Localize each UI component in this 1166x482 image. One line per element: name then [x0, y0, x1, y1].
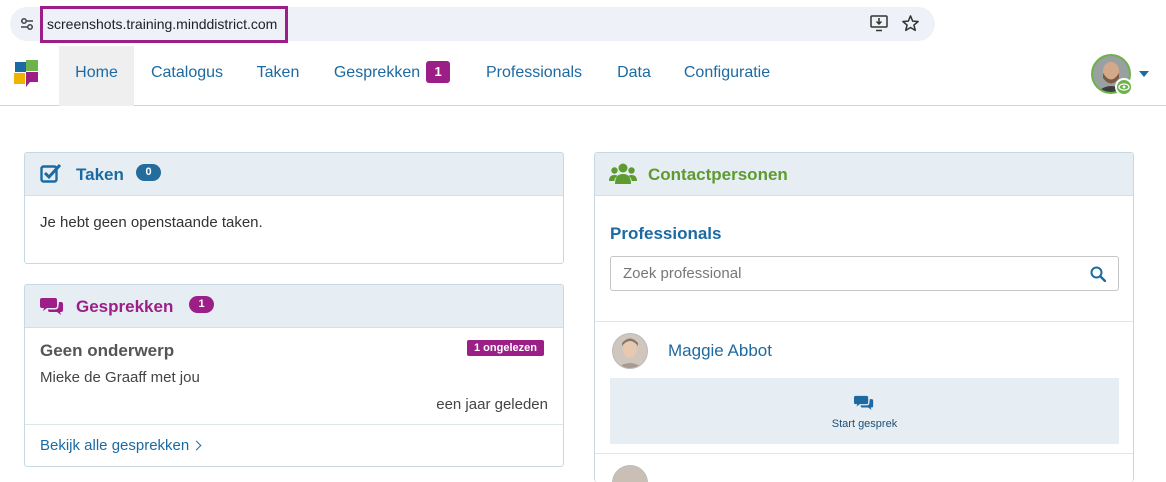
- nav-taken[interactable]: Taken: [247, 46, 309, 106]
- professional-avatar: [612, 333, 648, 369]
- bookmark-star-icon[interactable]: [901, 14, 920, 33]
- start-conversation-label: Start gesprek: [831, 418, 898, 430]
- minddistrict-logo-icon[interactable]: [12, 58, 42, 90]
- professional-search-input[interactable]: [611, 257, 1081, 290]
- gesprekken-count-badge: 1: [189, 296, 214, 313]
- professional-name-link[interactable]: Maggie Abbot: [668, 341, 772, 361]
- checkbox-check-icon: [40, 163, 62, 183]
- contactpersonen-panel-header: Contactpersonen: [595, 153, 1133, 196]
- professionals-heading: Professionals: [610, 224, 722, 243]
- nav-data[interactable]: Data: [608, 46, 660, 106]
- nav-gesprekken[interactable]: Gesprekken 1: [326, 46, 458, 106]
- nav-gesprekken-badge: 1: [426, 61, 451, 83]
- nav-catalogus[interactable]: Catalogus: [142, 46, 232, 106]
- chevron-right-icon: [191, 440, 202, 451]
- nav-home[interactable]: Home: [59, 46, 134, 106]
- divider: [595, 321, 1133, 322]
- taken-panel-header: Taken 0: [25, 153, 563, 196]
- taken-count-badge: 0: [136, 164, 161, 181]
- view-all-conversations-link[interactable]: Bekijk alle gesprekken: [40, 437, 202, 454]
- install-app-icon[interactable]: [870, 15, 888, 32]
- search-icon[interactable]: [1090, 266, 1106, 282]
- taken-panel: Taken 0 Je hebt geen openstaande taken.: [24, 152, 564, 264]
- chat-bubbles-icon: [40, 298, 63, 315]
- main-navigation: Home Catalogus Taken Gesprekken 1 Profess…: [0, 46, 1166, 106]
- chat-bubbles-icon: [854, 395, 874, 410]
- divider: [25, 424, 563, 425]
- taken-title: Taken: [76, 165, 124, 184]
- browser-toolbar: screenshots.training.minddistrict.com: [0, 0, 1166, 46]
- taken-empty-message: Je hebt geen openstaande taken.: [40, 214, 263, 231]
- gesprekken-panel: Gesprekken 1 Geen onderwerp 1 ongelezen …: [24, 284, 564, 467]
- divider: [595, 453, 1133, 454]
- conversation-timestamp: een jaar geleden: [436, 396, 548, 413]
- conversation-participants: Mieke de Graaff met jou: [40, 369, 200, 386]
- users-group-icon: [609, 163, 637, 184]
- professional-search-box: [610, 256, 1119, 291]
- nav-configuratie[interactable]: Configuratie: [673, 46, 781, 106]
- contactpersonen-panel: Contactpersonen Professionals Maggie Abb…: [594, 152, 1134, 482]
- site-settings-icon[interactable]: [19, 16, 35, 32]
- unread-badge: 1 ongelezen: [467, 340, 544, 356]
- start-conversation-button[interactable]: Start gesprek: [610, 378, 1119, 444]
- view-mode-eye-icon: [1115, 78, 1133, 96]
- user-menu-caret-icon[interactable]: [1139, 71, 1149, 77]
- professional-avatar: [612, 465, 648, 482]
- gesprekken-title: Gesprekken: [76, 297, 174, 316]
- contactpersonen-title: Contactpersonen: [648, 165, 788, 184]
- gesprekken-panel-header: Gesprekken 1: [25, 285, 563, 328]
- nav-professionals[interactable]: Professionals: [475, 46, 593, 106]
- url-text[interactable]: screenshots.training.minddistrict.com: [47, 16, 277, 32]
- conversation-subject[interactable]: Geen onderwerp: [40, 341, 174, 361]
